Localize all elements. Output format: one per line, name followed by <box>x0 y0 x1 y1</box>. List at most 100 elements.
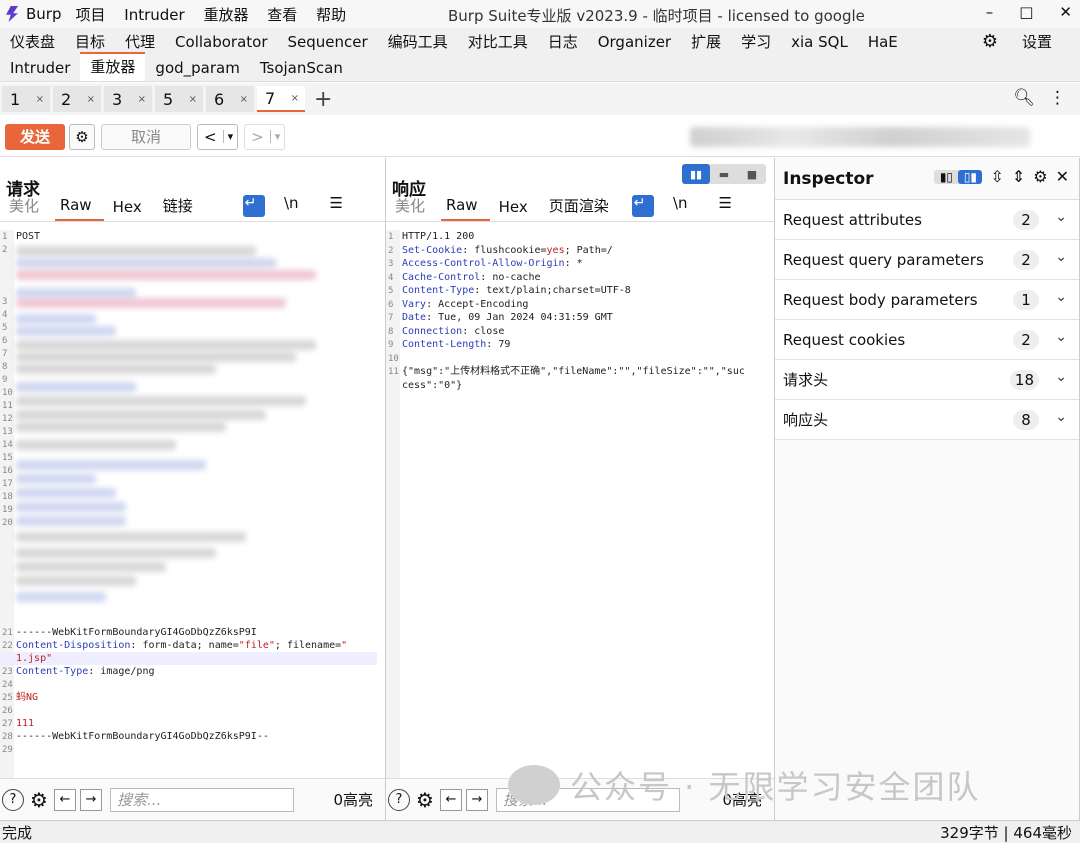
add-tab-icon[interactable]: + <box>314 87 332 112</box>
repeater-toolbar: 发送 ⚙ 取消 < ▾ > ▾ <box>0 117 1080 157</box>
tab-target[interactable]: 目标 <box>65 31 115 52</box>
menu-project[interactable]: 项目 <box>76 6 106 24</box>
back-icon[interactable]: < <box>198 128 223 146</box>
close-icon[interactable]: ✕ <box>1056 167 1069 186</box>
tab-logger[interactable]: 日志 <box>538 31 588 52</box>
tab-sequencer[interactable]: Sequencer <box>278 33 378 51</box>
send-button[interactable]: 发送 <box>5 123 65 150</box>
layout-side-by-side-icon[interactable]: ▮▮ <box>682 164 710 184</box>
send-settings-gear-icon[interactable]: ⚙ <box>69 123 95 150</box>
forward-button-group[interactable]: > ▾ <box>244 123 286 150</box>
back-dropdown-icon[interactable]: ▾ <box>222 130 238 143</box>
previous-match-icon[interactable]: ← <box>439 788 462 811</box>
tab-proxy[interactable]: 代理 <box>115 31 165 52</box>
close-tab-icon[interactable]: × <box>189 94 197 105</box>
tab-god-param[interactable]: god_param <box>145 57 249 81</box>
menu-help[interactable]: 帮助 <box>316 6 346 24</box>
previous-match-icon[interactable]: ← <box>53 788 76 811</box>
line-text: Content-Type: text/plain;charset=UTF-8 <box>402 285 631 296</box>
gear-icon[interactable]: ⚙ <box>30 788 48 812</box>
repeater-tab[interactable]: 1 × <box>2 86 50 112</box>
next-match-icon[interactable]: → <box>465 788 488 811</box>
close-tab-icon[interactable]: × <box>291 93 299 104</box>
tab-hex[interactable]: Hex <box>494 198 540 221</box>
menu-icon[interactable]: ☰ <box>714 194 744 217</box>
tab-extensions[interactable]: 扩展 <box>681 31 731 52</box>
settings-button[interactable]: ⚙ 设置 <box>962 31 1072 52</box>
menu-repeater[interactable]: 重放器 <box>203 6 248 24</box>
chevron-down-icon[interactable]: ⌄ <box>1055 409 1067 425</box>
close-tab-icon[interactable]: × <box>240 94 248 105</box>
help-icon[interactable]: ? <box>388 788 410 811</box>
close-tab-icon[interactable]: × <box>87 94 95 105</box>
tab-learn[interactable]: 学习 <box>731 31 781 52</box>
tab-hae[interactable]: HaE <box>858 33 908 51</box>
cancel-button[interactable]: 取消 <box>101 123 191 150</box>
collapse-all-icon[interactable]: ⇕ <box>1012 167 1025 186</box>
menu-icon[interactable]: ☰ <box>325 194 355 217</box>
tab-collaborator[interactable]: Collaborator <box>165 33 277 51</box>
tab-links[interactable]: 链接 <box>158 195 205 221</box>
chevron-down-icon[interactable]: ⌄ <box>1055 289 1067 305</box>
help-icon[interactable]: ? <box>2 788 24 811</box>
inspector-section-request-attributes[interactable]: Request attributes 2 ⌄ <box>775 200 1079 240</box>
tab-pretty[interactable]: 美化 <box>390 195 437 221</box>
response-editor[interactable]: 1 HTTP/1.1 200 2 Set-Cookie: flushcookie=ye… <box>386 230 774 778</box>
back-button-group[interactable]: < ▾ <box>197 123 239 150</box>
menu-view[interactable]: 查看 <box>267 6 297 24</box>
tab-organizer[interactable]: Organizer <box>588 33 681 51</box>
chevron-down-icon[interactable]: ⌄ <box>1055 369 1067 385</box>
tab-intruder[interactable]: Intruder <box>0 57 80 81</box>
chevron-down-icon[interactable]: ⌄ <box>1055 249 1067 265</box>
expand-all-icon[interactable]: ⇳ <box>990 167 1003 186</box>
more-icon[interactable]: ⋮ <box>1049 88 1066 108</box>
maximize-button[interactable]: □ <box>1019 3 1033 21</box>
gear-icon[interactable]: ⚙ <box>416 788 434 812</box>
wrap-lines-icon[interactable]: ↵ <box>242 194 265 217</box>
wrap-lines-icon[interactable]: ↵ <box>631 194 654 217</box>
tab-tsojanscan[interactable]: TsojanScan <box>250 57 353 81</box>
layout-tabs-icon[interactable]: ■ <box>738 164 766 184</box>
repeater-tab[interactable]: 2 × <box>53 86 101 112</box>
repeater-tab-active[interactable]: 7 × <box>257 86 305 112</box>
gear-icon[interactable]: ⚙ <box>1033 167 1047 186</box>
tab-pretty[interactable]: 美化 <box>4 195 51 221</box>
tab-raw[interactable]: Raw <box>55 196 104 221</box>
chevron-down-icon[interactable]: ⌄ <box>1055 329 1067 345</box>
show-newlines-toggle[interactable]: \n <box>279 194 311 217</box>
minimize-button[interactable]: – <box>986 3 994 21</box>
close-button[interactable]: ✕ <box>1059 3 1072 21</box>
search-input[interactable]: 搜索... <box>109 787 294 812</box>
tab-comparer[interactable]: 对比工具 <box>458 31 538 52</box>
repeater-tab[interactable]: 6 × <box>206 86 254 112</box>
layout-collapsed-icon[interactable]: ▮▯ <box>934 170 958 184</box>
close-tab-icon[interactable]: × <box>36 94 44 105</box>
repeater-tab[interactable]: 3 × <box>104 86 152 112</box>
tab-raw[interactable]: Raw <box>441 196 490 221</box>
show-newlines-toggle[interactable]: \n <box>668 194 700 217</box>
inspector-section-query-parameters[interactable]: Request query parameters 2 ⌄ <box>775 240 1079 280</box>
menu-intruder[interactable]: Intruder <box>124 6 184 24</box>
search-icon[interactable]: 🔍︎ <box>1013 88 1035 108</box>
close-tab-icon[interactable]: × <box>138 94 146 105</box>
layout-stacked-icon[interactable]: ▬ <box>710 164 738 184</box>
tab-repeater[interactable]: 重放器 <box>80 52 146 81</box>
tab-xia-sql[interactable]: xia SQL <box>781 33 858 51</box>
next-match-icon[interactable]: → <box>79 788 102 811</box>
forward-dropdown-icon[interactable]: ▾ <box>269 130 285 143</box>
inspector-section-response-headers[interactable]: 响应头 8 ⌄ <box>775 400 1079 440</box>
code-line: 1.jsp" <box>0 652 377 665</box>
inspector-section-body-parameters[interactable]: Request body parameters 1 ⌄ <box>775 280 1079 320</box>
repeater-tab[interactable]: 5 × <box>155 86 203 112</box>
tab-decoder[interactable]: 编码工具 <box>378 31 458 52</box>
inspector-section-cookies[interactable]: Request cookies 2 ⌄ <box>775 320 1079 360</box>
target-url-blurred[interactable] <box>690 127 1030 147</box>
request-editor[interactable]: 1 POST 2 3 4 5 6 7 8 9 10 11 12 13 14 15 16 17 18 19 20 21 ---… <box>0 230 385 778</box>
tab-dashboard[interactable]: 仪表盘 <box>0 31 65 52</box>
layout-expanded-icon[interactable]: ▯▮ <box>958 169 983 184</box>
tab-hex[interactable]: Hex <box>108 198 154 221</box>
inspector-section-request-headers[interactable]: 请求头 18 ⌄ <box>775 360 1079 400</box>
forward-icon[interactable]: > <box>245 128 270 146</box>
tab-render[interactable]: 页面渲染 <box>544 195 621 221</box>
chevron-down-icon[interactable]: ⌄ <box>1055 209 1067 225</box>
